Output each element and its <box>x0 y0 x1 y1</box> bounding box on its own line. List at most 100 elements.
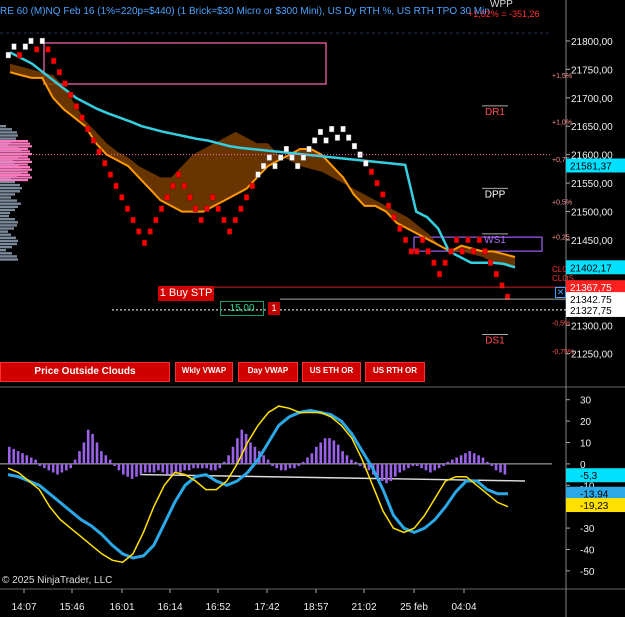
volume-profile-bar <box>0 183 20 187</box>
macd-histogram-bar <box>394 463 397 477</box>
renko-brick-down <box>482 248 488 255</box>
volume-profile-poc-bar <box>0 173 30 176</box>
volume-profile <box>0 125 32 261</box>
macd-histogram-bar <box>152 463 156 473</box>
macd-histogram-bar <box>100 451 103 464</box>
volume-profile-bar <box>0 242 17 246</box>
volume-profile-bar <box>0 249 6 252</box>
copyright-text: © 2025 NinjaTrader, LLC <box>2 575 113 586</box>
volume-profile-bar <box>0 190 20 193</box>
buy-stop-order-tag[interactable]: 1 Buy STP <box>158 286 214 301</box>
time-axis-label: 14:07 <box>11 602 36 613</box>
macd-histogram-bar <box>490 463 494 466</box>
time-axis-label: 16:52 <box>205 602 230 613</box>
renko-brick-down <box>374 180 380 187</box>
renko-brick-down <box>51 57 57 64</box>
renko-brick-down <box>386 202 392 209</box>
macd-histogram-bar <box>38 463 42 466</box>
macd-histogram-bar <box>494 463 498 471</box>
macd-histogram-bar <box>56 463 59 475</box>
volume-profile-bar <box>0 125 6 128</box>
macd-histogram-bar <box>130 463 134 479</box>
us-rth-or-button[interactable]: US RTH OR <box>365 362 425 382</box>
macd-histogram-bar <box>402 463 406 471</box>
renko-brick-down <box>471 248 477 255</box>
wkly-vwap-button[interactable]: Wkly VWAP <box>175 362 233 382</box>
macd-histogram-bar <box>222 461 226 464</box>
volume-profile-bar <box>0 128 12 131</box>
macd-histogram-bar <box>16 451 20 464</box>
renko-brick-down <box>158 205 164 212</box>
macd-histogram-bar <box>437 463 441 469</box>
macd-histogram-bar <box>459 455 463 464</box>
macd-histogram-bar <box>380 463 384 481</box>
macd-histogram-bar <box>350 459 353 464</box>
pct-level-label: +1,0% <box>552 120 572 127</box>
volume-profile-poc-bar <box>0 155 28 158</box>
macd-histogram-bar <box>170 463 173 475</box>
macd-histogram-bar <box>135 463 138 477</box>
renko-brick-down <box>164 194 170 201</box>
chart-canvas: DR1DPPWS1DS1CLOSCLOS+1,5%+1,0%+0,75+0,5%… <box>0 0 625 617</box>
renko-brick-up <box>346 134 352 141</box>
renko-brick-down <box>34 46 40 53</box>
volume-profile-bar <box>0 211 10 215</box>
day-vwap-button[interactable]: Day VWAP <box>238 362 298 382</box>
macd-histogram-bar <box>86 429 90 464</box>
renko-brick-up <box>289 154 295 161</box>
time-axis-label: 18:57 <box>303 602 328 613</box>
price-outside-clouds-button[interactable]: Price Outside Clouds <box>0 362 170 382</box>
renko-brick-down <box>232 216 238 224</box>
macd-histogram-bar <box>398 463 401 473</box>
macd-histogram-bar <box>486 461 489 464</box>
renko-brick-up <box>261 162 267 170</box>
macd-value-tag-text: -5,3 <box>580 471 598 482</box>
time-axis-label: 16:01 <box>109 602 134 613</box>
renko-brick-up <box>22 43 28 50</box>
macd-histogram-bar <box>407 463 410 469</box>
renko-brick-up <box>5 52 11 59</box>
macd-histogram-bar <box>332 440 336 464</box>
opening-range-box <box>43 42 327 85</box>
macd-histogram-bar <box>218 463 222 469</box>
chart-window: DR1 DPP WS1 DS1 CLOS CLOS +1,5% +1,0% +0,75 +0,5%… <box>0 0 625 617</box>
macd-axis-label: 20 <box>580 417 592 428</box>
macd-histogram-bar <box>196 463 200 469</box>
volume-profile-bar <box>0 221 18 224</box>
macd-histogram-bar <box>139 463 143 475</box>
macd-histogram-bar <box>345 455 349 464</box>
macd-histogram-bar <box>25 455 29 464</box>
volume-profile-poc-bar <box>0 171 28 174</box>
volume-profile-poc-bar <box>0 179 28 182</box>
renko-brick-down <box>420 236 426 244</box>
macd-histogram-bar <box>201 463 204 469</box>
renko-brick-down <box>221 216 227 224</box>
macd-histogram-bar <box>29 457 33 464</box>
renko-brick-down <box>147 228 153 235</box>
renko-brick-down <box>431 259 437 266</box>
price-axis-label: 21500,00 <box>571 208 613 219</box>
volume-profile-poc-bar <box>0 176 32 179</box>
macd-histogram-bar <box>161 463 165 473</box>
volume-profile-bar <box>0 193 15 196</box>
volume-profile-bar <box>0 233 11 236</box>
macd-histogram-bar <box>21 453 24 464</box>
volume-profile-bar <box>0 218 15 221</box>
macd-histogram-bar <box>306 457 309 464</box>
volume-profile-bar <box>0 258 18 261</box>
macd-histogram-bar <box>82 442 86 464</box>
renko-brick-down <box>414 248 420 255</box>
us-eth-or-button[interactable]: US ETH OR <box>302 362 361 382</box>
macd-histogram-bar <box>336 444 340 464</box>
renko-brick-up <box>278 154 284 161</box>
macd-histogram-bar <box>297 463 301 466</box>
volume-profile-poc-bar <box>0 140 28 143</box>
renko-brick-down <box>141 239 147 246</box>
order-quantity-box[interactable]: 15,00 <box>220 301 264 316</box>
order-count-badge[interactable]: 1 <box>268 302 280 315</box>
renko-brick-up <box>295 162 301 170</box>
renko-brick-up <box>340 125 346 133</box>
macd-histogram-bar <box>271 463 274 466</box>
close-order-icon[interactable]: ✕ <box>555 287 566 298</box>
renko-brick-down <box>227 228 233 235</box>
